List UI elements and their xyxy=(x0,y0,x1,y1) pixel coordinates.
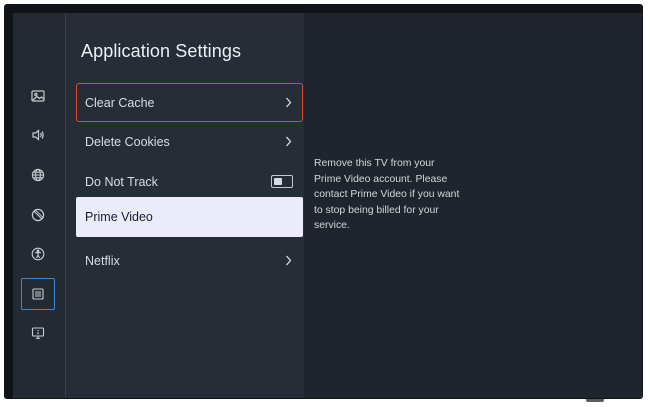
tv-bezel: Application Settings Clear Cache Delete … xyxy=(4,4,643,399)
menu-item-prime-video[interactable]: Prime Video xyxy=(76,197,303,237)
accessibility-icon xyxy=(31,247,45,261)
sound-icon xyxy=(32,129,44,141)
menu-item-clear-cache[interactable]: Clear Cache xyxy=(76,83,303,122)
menu-item-label: Clear Cache xyxy=(85,95,155,110)
application-settings-menu: Application Settings Clear Cache Delete … xyxy=(66,13,304,398)
settings-category-rail xyxy=(13,13,66,398)
apps-settings-button[interactable] xyxy=(21,278,55,310)
toggle-knob xyxy=(274,178,282,185)
globe-icon xyxy=(31,168,45,182)
apps-list-icon xyxy=(32,288,44,300)
detail-panel: Remove this TV from your Prime Video acc… xyxy=(304,13,642,398)
page-title: Application Settings xyxy=(81,41,242,61)
menu-item-netflix[interactable]: Netflix xyxy=(76,241,303,280)
tv-screen: Application Settings Clear Cache Delete … xyxy=(13,13,642,398)
menu-item-label: Netflix xyxy=(85,253,120,268)
menu-item-label: Prime Video xyxy=(85,210,153,224)
chevron-right-icon xyxy=(284,136,293,147)
picture-settings-button[interactable] xyxy=(21,80,55,112)
menu-item-label: Delete Cookies xyxy=(85,134,170,149)
chevron-right-icon xyxy=(284,97,293,108)
item-description: Remove this TV from your Prime Video acc… xyxy=(314,158,460,232)
picture-icon xyxy=(31,90,45,102)
accessibility-settings-button[interactable] xyxy=(21,238,55,270)
device-settings-button[interactable] xyxy=(21,317,55,349)
sound-settings-button[interactable] xyxy=(21,119,55,151)
restrictions-settings-button[interactable] xyxy=(21,199,55,231)
device-info-icon xyxy=(31,327,45,339)
tv-bezel-tab xyxy=(586,399,604,402)
prohibited-icon xyxy=(31,208,45,222)
do-not-track-toggle[interactable] xyxy=(271,175,293,188)
menu-item-do-not-track[interactable]: Do Not Track xyxy=(76,162,303,201)
chevron-right-icon xyxy=(284,255,293,266)
menu-item-label: Do Not Track xyxy=(85,174,158,189)
network-settings-button[interactable] xyxy=(21,159,55,191)
menu-item-delete-cookies[interactable]: Delete Cookies xyxy=(76,122,303,161)
